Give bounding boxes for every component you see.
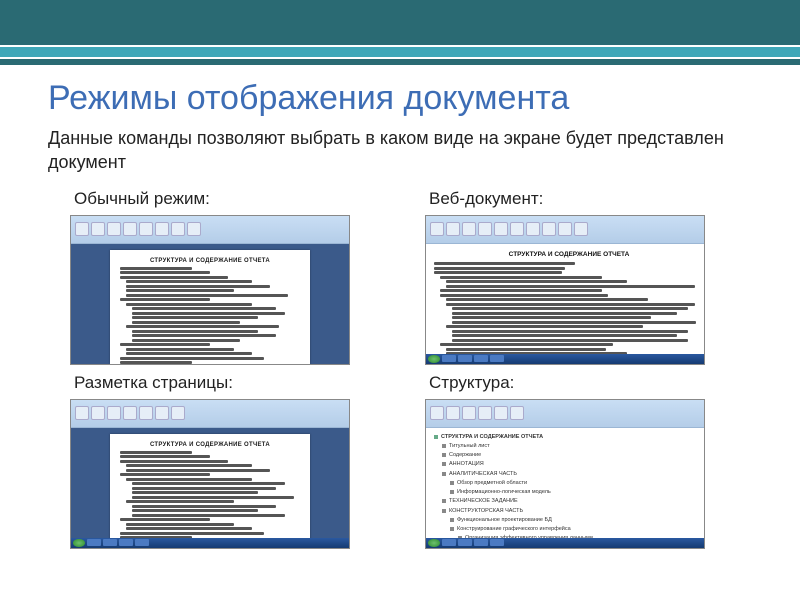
list-item (434, 267, 565, 270)
list-item (440, 343, 613, 346)
bullet-icon (442, 444, 446, 448)
list-item (452, 339, 688, 342)
mode-layout-thumbnail: СТРУКТУРА И СОДЕРЖАНИЕ ОТЧЕТА (70, 399, 350, 549)
bullet-icon (442, 462, 446, 466)
document-area: СТРУКТУРА И СОДЕРЖАНИЕ ОТЧЕТА (71, 428, 349, 548)
list-item (446, 280, 627, 283)
word-ribbon (71, 216, 349, 244)
outline-content: СТРУКТУРА И СОДЕРЖАНИЕ ОТЧЕТА Титульный … (434, 432, 696, 544)
doc-heading: СТРУКТУРА И СОДЕРЖАНИЕ ОТЧЕТА (442, 250, 696, 260)
outline-item: АНАЛИТИЧЕСКАЯ ЧАСТЬ (442, 470, 696, 478)
mode-web-cell: Веб-документ: СТРУКТУРА И СОДЕРЖАНИЕ ОТЧ… (425, 189, 740, 365)
word-ribbon (71, 400, 349, 428)
outline-item: ТЕХНИЧЕСКОЕ ЗАДАНИЕ (442, 497, 696, 505)
document-page: СТРУКТУРА И СОДЕРЖАНИЕ ОТЧЕТА (110, 434, 310, 548)
outline-item: Содержание (442, 451, 696, 459)
outline-item: Конструирование графического интерфейса (450, 525, 696, 533)
start-button-icon (428, 539, 440, 547)
windows-taskbar (71, 538, 349, 548)
list-item (452, 321, 696, 324)
mode-layout-cell: Разметка страницы: СТРУКТУРА И СОДЕРЖАНИ… (70, 373, 385, 549)
list-item (452, 312, 677, 315)
list-item (440, 289, 602, 292)
list-item (452, 334, 677, 337)
list-item (446, 325, 643, 328)
mode-outline-cell: Структура: СТРУКТУРА И СОДЕРЖАНИЕ ОТЧЕТА… (425, 373, 740, 549)
modes-grid: Обычный режим: СТРУКТУРА И СОДЕРЖАНИЕ ОТ… (0, 189, 800, 549)
start-button-icon (428, 355, 440, 363)
list-item (440, 294, 608, 297)
mode-outline-thumbnail: СТРУКТУРА И СОДЕРЖАНИЕ ОТЧЕТА Титульный … (425, 399, 705, 549)
mode-layout-label: Разметка страницы: (74, 373, 385, 393)
document-area: СТРУКТУРА И СОДЕРЖАНИЕ ОТЧЕТА Титульный … (426, 428, 704, 548)
list-item (452, 330, 688, 333)
document-page: СТРУКТУРА И СОДЕРЖАНИЕ ОТЧЕТА (110, 250, 310, 364)
slide-title: Режимы отображения документа (48, 79, 800, 118)
mode-web-thumbnail: СТРУКТУРА И СОДЕРЖАНИЕ ОТЧЕТА (425, 215, 705, 365)
doc-heading: СТРУКТУРА И СОДЕРЖАНИЕ ОТЧЕТА (441, 433, 543, 441)
list-item (434, 262, 575, 265)
slide-accent-band-2 (0, 59, 800, 65)
outline-item: Титульный лист (442, 442, 696, 450)
document-area: СТРУКТУРА И СОДЕРЖАНИЕ ОТЧЕТА (71, 244, 349, 364)
mode-normal-cell: Обычный режим: СТРУКТУРА И СОДЕРЖАНИЕ ОТ… (70, 189, 385, 365)
outline-item: Информационно-логическая модель (450, 488, 696, 496)
slide-subtitle: Данные команды позволяют выбрать в каком… (48, 126, 752, 175)
windows-taskbar (426, 354, 704, 364)
bullet-icon (450, 518, 454, 522)
bullet-icon (442, 509, 446, 513)
document-area: СТРУКТУРА И СОДЕРЖАНИЕ ОТЧЕТА (426, 244, 704, 364)
slide-top-band (0, 0, 800, 48)
list-item (452, 316, 651, 319)
list-item (446, 303, 695, 306)
doc-heading: СТРУКТУРА И СОДЕРЖАНИЕ ОТЧЕТА (120, 442, 300, 448)
mode-outline-label: Структура: (429, 373, 740, 393)
list-item (440, 276, 602, 279)
bullet-icon (442, 472, 446, 476)
word-ribbon (426, 216, 704, 244)
word-ribbon (426, 400, 704, 428)
list-item (446, 285, 695, 288)
list-item (434, 271, 562, 274)
list-item (446, 298, 648, 301)
bullet-icon (442, 453, 446, 457)
bullet-icon (450, 481, 454, 485)
bullet-icon (450, 490, 454, 494)
list-item (446, 348, 606, 351)
outline-item: Обзор предметной области (450, 479, 696, 487)
outline-item: КОНСТРУКТОРСКАЯ ЧАСТЬ (442, 507, 696, 515)
outline-item: Функциональное проектирование БД (450, 516, 696, 524)
web-content: СТРУКТУРА И СОДЕРЖАНИЕ ОТЧЕТА (434, 248, 696, 360)
mode-normal-thumbnail: СТРУКТУРА И СОДЕРЖАНИЕ ОТЧЕТА (70, 215, 350, 365)
mode-web-label: Веб-документ: (429, 189, 740, 209)
doc-heading: СТРУКТУРА И СОДЕРЖАНИЕ ОТЧЕТА (120, 258, 300, 264)
list-item (452, 307, 688, 310)
windows-taskbar (426, 538, 704, 548)
bullet-icon (442, 499, 446, 503)
slide-accent-band (0, 47, 800, 57)
outline-item: АННОТАЦИЯ (442, 460, 696, 468)
mode-normal-label: Обычный режим: (74, 189, 385, 209)
bullet-icon (450, 527, 454, 531)
start-button-icon (73, 539, 85, 547)
